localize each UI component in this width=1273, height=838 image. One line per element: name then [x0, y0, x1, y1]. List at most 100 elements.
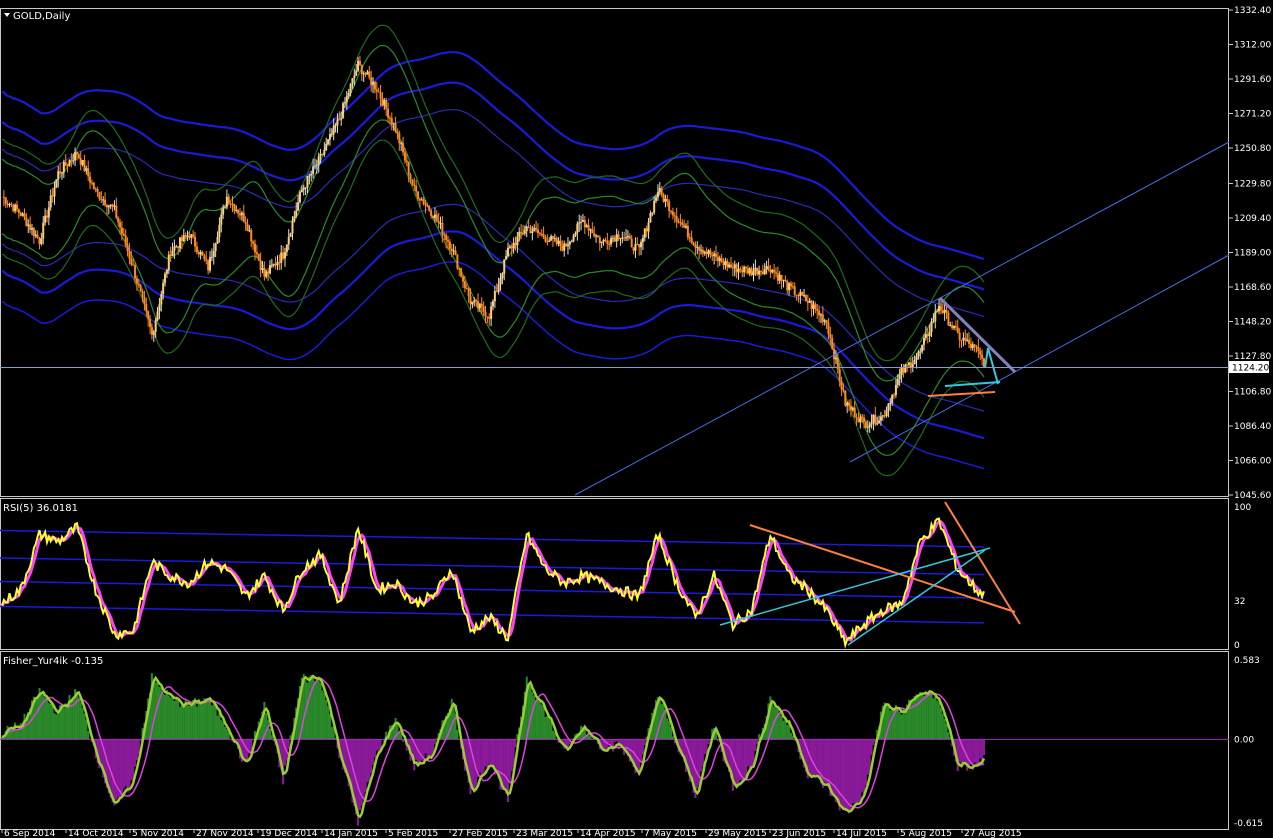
candle-body [831, 337, 834, 349]
candle-body [583, 219, 586, 228]
rsi-tick-label: 0 [1234, 641, 1240, 651]
candle-body [122, 233, 125, 236]
price-tick-label: 1045.60 [1234, 491, 1271, 501]
candle-body [855, 417, 858, 419]
candle-body [383, 100, 386, 106]
candle-body [649, 213, 652, 223]
candle-body [655, 197, 658, 201]
candle-body [111, 204, 114, 207]
candle-body [227, 196, 230, 204]
candle-body [426, 205, 429, 207]
candle-body [104, 199, 107, 206]
x-tick-label: 23 Jun 2015 [772, 829, 826, 838]
candle-body [267, 271, 270, 274]
candle-body [201, 252, 204, 256]
candle-body [64, 162, 67, 166]
candle-body [694, 244, 697, 248]
x-tick-label: 23 Mar 2015 [516, 829, 573, 838]
candle-body [19, 212, 22, 216]
candle-body [780, 274, 783, 281]
candle-body [400, 143, 403, 145]
price-tick-label: 1127.80 [1234, 352, 1271, 362]
candle-body [499, 278, 502, 285]
candle-body [263, 267, 266, 277]
candle-body [613, 237, 616, 242]
candle-body [626, 235, 629, 238]
candle-body [696, 247, 699, 249]
price-tick-label: 1209.40 [1234, 214, 1271, 224]
x-tick-label: 27 Nov 2014 [196, 829, 254, 838]
candle-body [105, 205, 108, 208]
candle-body [420, 199, 423, 201]
candle-body [443, 234, 446, 236]
candle-body [505, 256, 508, 260]
candle-body [619, 238, 622, 240]
candle-body [394, 123, 397, 132]
chart-workspace: GOLD,Daily RSI(5) 36.0181 Fisher_Yur4ik … [0, 0, 1273, 838]
candle-body [608, 243, 611, 245]
candle-body [246, 223, 249, 232]
candle-body [924, 334, 927, 339]
candle-body [77, 154, 80, 159]
candle-body [767, 266, 770, 270]
candle-body [540, 233, 543, 235]
candle-body [313, 165, 316, 167]
candle-body [566, 244, 569, 247]
candle-body [778, 274, 781, 281]
candle-body [565, 243, 568, 247]
candle-body [355, 70, 358, 76]
candle-body [572, 235, 575, 242]
candle-body [257, 254, 260, 261]
candle-body [158, 304, 161, 312]
candle-body [167, 254, 170, 271]
candle-body [96, 188, 99, 192]
price-tick-label: 1250.80 [1234, 144, 1271, 154]
candle-body [411, 179, 414, 185]
fisher-tick-label: 0.00 [1234, 735, 1254, 745]
candle-body [645, 228, 648, 232]
candle-body [900, 368, 903, 376]
candle-body [180, 237, 183, 242]
candle-body [268, 265, 271, 274]
candle-body [804, 295, 807, 302]
candle-body [184, 235, 187, 237]
candle-body [542, 234, 545, 238]
candle-body [132, 264, 135, 266]
candle-body [126, 245, 129, 252]
candle-body [362, 73, 365, 75]
candle-body [786, 281, 789, 291]
candle-body [529, 227, 532, 233]
candle-body [812, 304, 815, 309]
candle-body [501, 273, 504, 279]
candle-body [908, 362, 911, 365]
candle-body [803, 295, 806, 297]
candle-body [715, 253, 718, 257]
candle-body [746, 268, 749, 274]
candle-body [235, 209, 238, 211]
candle-body [295, 210, 298, 217]
candle-body [169, 254, 172, 256]
candle-body [662, 194, 665, 202]
candle-body [135, 278, 138, 284]
candle-body [29, 224, 32, 230]
candle-body [909, 362, 912, 368]
candle-body [297, 202, 300, 211]
x-tick-label: 27 Feb 2015 [452, 829, 508, 838]
candle-body [310, 173, 313, 176]
candle-body [508, 246, 511, 248]
candle-body [330, 134, 333, 136]
candle-body [282, 252, 285, 259]
candle-body [349, 83, 352, 93]
candle-body [641, 237, 644, 243]
candle-body [188, 235, 191, 238]
candle-body [808, 300, 811, 303]
candle-body [364, 73, 367, 75]
candle-body [964, 337, 967, 341]
candle-body [763, 269, 766, 275]
candle-body [615, 234, 618, 242]
candle-body [375, 89, 378, 92]
candle-body [452, 250, 455, 252]
candle-body [381, 98, 384, 106]
candle-body [705, 251, 708, 255]
candle-body [207, 260, 210, 271]
